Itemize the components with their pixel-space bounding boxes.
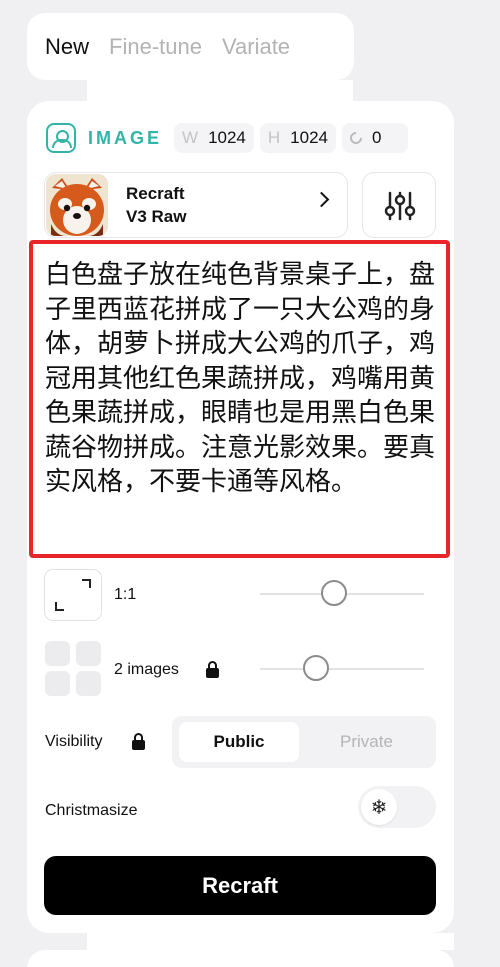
chevron-right-icon xyxy=(313,191,330,208)
image-settings-row: IMAGE W 1024 H 1024 0 xyxy=(46,120,436,156)
image-count-slider-knob[interactable] xyxy=(303,655,329,681)
tab-connector xyxy=(87,80,353,101)
corner-top-right xyxy=(82,579,91,588)
visibility-toggle[interactable]: Public Private xyxy=(172,716,436,768)
height-field[interactable]: H 1024 xyxy=(259,123,336,153)
image-count-slider-track[interactable] xyxy=(260,668,424,670)
seed-field[interactable]: 0 xyxy=(342,123,408,153)
christmasize-label: Christmasize xyxy=(45,802,138,819)
image-icon xyxy=(46,123,76,153)
advanced-settings-button[interactable] xyxy=(362,172,436,238)
model-name-line1: Recraft xyxy=(126,184,185,203)
grid-tile xyxy=(45,671,70,696)
snowflake-icon: ❄ xyxy=(361,789,397,825)
height-letter: H xyxy=(267,128,281,147)
width-value: 1024 xyxy=(208,128,246,147)
next-section-card xyxy=(27,950,454,967)
recraft-generate-button[interactable]: Recraft xyxy=(44,856,436,915)
model-selector[interactable]: Recraft V3 Raw xyxy=(44,172,348,238)
aspect-ratio-button[interactable] xyxy=(44,569,102,621)
image-count-label: 2 images xyxy=(114,661,179,678)
visibility-label: Visibility xyxy=(45,733,103,750)
seed-icon xyxy=(347,129,365,147)
height-value: 1024 xyxy=(290,128,328,147)
aspect-ratio-slider-knob[interactable] xyxy=(321,580,347,606)
lock-icon xyxy=(206,661,219,678)
tab-fine-tune[interactable]: Fine-tune xyxy=(109,34,222,60)
mode-tabs: New Fine-tune Variate xyxy=(27,13,354,80)
tab-variate[interactable]: Variate xyxy=(222,34,310,60)
visibility-public-option[interactable]: Public xyxy=(179,722,299,762)
model-name: Recraft V3 Raw xyxy=(126,182,186,228)
prompt-textarea[interactable]: 白色盘子放在纯色背景桌子上，盘子里西蓝花拼成了一只大公鸡的身体，胡萝卜拼成大公鸡… xyxy=(29,240,450,558)
grid-tile xyxy=(76,671,101,696)
red-panda-avatar-icon xyxy=(46,174,108,236)
prompt-text: 白色盘子放在纯色背景桌子上，盘子里西蓝花拼成了一只大公鸡的身体，胡萝卜拼成大公鸡… xyxy=(45,260,436,497)
aspect-ratio-label: 1:1 xyxy=(114,586,137,603)
christmasize-toggle[interactable]: ❄ xyxy=(358,786,436,828)
lock-icon xyxy=(132,733,145,750)
grid-tile xyxy=(45,641,70,666)
sliders-icon xyxy=(384,191,416,221)
width-letter: W xyxy=(182,128,199,147)
corner-bottom-left xyxy=(55,602,64,611)
visibility-private-option[interactable]: Private xyxy=(304,722,429,762)
width-field[interactable]: W 1024 xyxy=(174,123,254,153)
model-name-line2: V3 Raw xyxy=(126,207,187,226)
bottom-connector xyxy=(87,933,454,950)
image-type-label[interactable]: IMAGE xyxy=(88,128,162,149)
seed-value: 0 xyxy=(372,128,382,147)
grid-tile xyxy=(76,641,101,666)
tab-new[interactable]: New xyxy=(45,34,109,60)
